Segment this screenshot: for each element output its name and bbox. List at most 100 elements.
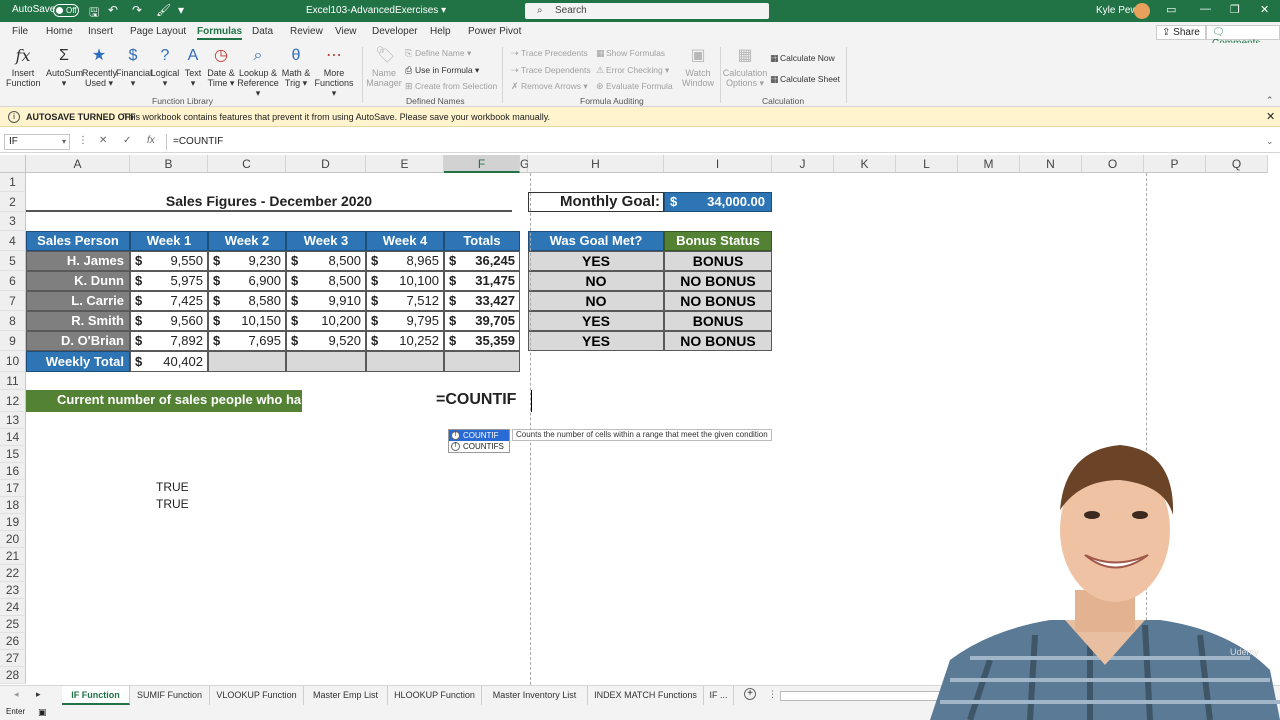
- financial-button[interactable]: $ Financial ▾: [116, 46, 152, 88]
- tab-review[interactable]: Review: [290, 26, 323, 37]
- redo-icon[interactable]: ↷: [132, 3, 142, 17]
- document-title[interactable]: Excel103-AdvancedExercises ▾: [306, 5, 446, 16]
- week-value[interactable]: $8,580: [208, 291, 286, 311]
- minimize-icon[interactable]: —: [1200, 3, 1211, 15]
- save-icon[interactable]: 🖫: [89, 3, 99, 24]
- row-header[interactable]: 2: [0, 192, 26, 212]
- row-header[interactable]: 22: [0, 565, 26, 582]
- week-value[interactable]: $8,965: [366, 251, 444, 271]
- monthly-goal-value[interactable]: $34,000.00: [664, 192, 772, 212]
- row-header[interactable]: 28: [0, 667, 26, 684]
- tab-developer[interactable]: Developer: [372, 26, 418, 37]
- calculate-now-button[interactable]: ▦Calculate Now: [770, 53, 835, 64]
- column-header[interactable]: F: [444, 155, 520, 173]
- sheet-tab[interactable]: IF Function: [62, 686, 130, 705]
- table-header[interactable]: Sales Person: [26, 231, 130, 251]
- column-header[interactable]: Q: [1206, 155, 1268, 173]
- customize-qat-icon[interactable]: ▾: [178, 3, 184, 17]
- banner-text[interactable]: Current number of sales people who ha: [26, 390, 302, 412]
- week-value[interactable]: $7,695: [208, 331, 286, 351]
- bonus-status-value[interactable]: NO BONUS: [664, 331, 772, 351]
- tab-formulas[interactable]: Formulas: [197, 26, 243, 40]
- sheet-tab[interactable]: IF ...: [704, 686, 734, 705]
- week-value[interactable]: $9,520: [286, 331, 366, 351]
- week-value[interactable]: $9,795: [366, 311, 444, 331]
- row-header[interactable]: 16: [0, 463, 26, 480]
- row-header[interactable]: 17: [0, 480, 26, 497]
- search-box[interactable]: ⌕ Search: [525, 3, 769, 19]
- lookup-reference-button[interactable]: ⌕ Lookup & Reference ▾: [236, 46, 280, 98]
- empty-total-cell[interactable]: [286, 351, 366, 372]
- column-header[interactable]: L: [896, 155, 958, 173]
- table-header[interactable]: Bonus Status: [664, 231, 772, 251]
- goal-met-value[interactable]: YES: [528, 331, 664, 351]
- week-value[interactable]: $10,100: [366, 271, 444, 291]
- row-header[interactable]: 9: [0, 331, 26, 351]
- tab-help[interactable]: Help: [430, 26, 451, 37]
- week-value[interactable]: $7,425: [130, 291, 208, 311]
- column-header[interactable]: I: [664, 155, 772, 173]
- true-value[interactable]: TRUE: [130, 480, 208, 497]
- sheet-tab[interactable]: Master Inventory List: [482, 686, 588, 705]
- total-value[interactable]: $39,705: [444, 311, 520, 331]
- monthly-goal-label[interactable]: Monthly Goal:: [528, 192, 664, 212]
- column-header[interactable]: G: [520, 155, 529, 173]
- row-header[interactable]: 15: [0, 446, 26, 463]
- table-header[interactable]: Week 3: [286, 231, 366, 251]
- insert-function-icon[interactable]: fx: [147, 135, 155, 146]
- row-header[interactable]: 10: [0, 351, 26, 372]
- row-header[interactable]: 21: [0, 548, 26, 565]
- select-all-corner[interactable]: [0, 155, 26, 173]
- row-header[interactable]: 3: [0, 212, 26, 231]
- row-header[interactable]: 12: [0, 390, 26, 412]
- bonus-status-value[interactable]: BONUS: [664, 311, 772, 331]
- goal-met-value[interactable]: YES: [528, 251, 664, 271]
- total-value[interactable]: $33,427: [444, 291, 520, 311]
- row-header[interactable]: 24: [0, 599, 26, 616]
- macro-record-icon[interactable]: ▣: [38, 707, 47, 718]
- name-box[interactable]: IF ▾: [4, 134, 70, 150]
- share-button[interactable]: ⇪ Share: [1156, 25, 1206, 40]
- week-value[interactable]: $5,975: [130, 271, 208, 291]
- evaluate-formula-button[interactable]: ⊛ Evaluate Formula: [596, 81, 673, 92]
- week-value[interactable]: $9,910: [286, 291, 366, 311]
- row-header[interactable]: 1: [0, 173, 26, 192]
- week-value[interactable]: $6,900: [208, 271, 286, 291]
- sheet-tab[interactable]: VLOOKUP Function: [210, 686, 304, 705]
- row-header[interactable]: 26: [0, 633, 26, 650]
- horizontal-scrollbar[interactable]: [780, 691, 940, 701]
- salesperson-name[interactable]: L. Carrie: [26, 291, 130, 311]
- column-header[interactable]: D: [286, 155, 366, 173]
- formula-input[interactable]: =COUNTIF: [166, 134, 1276, 150]
- comments-button[interactable]: 🗨 Comments: [1206, 25, 1280, 49]
- table-header[interactable]: Week 2: [208, 231, 286, 251]
- sheet-title[interactable]: Sales Figures - December 2020: [26, 192, 512, 212]
- tab-insert[interactable]: Insert: [88, 26, 113, 37]
- tab-view[interactable]: View: [335, 26, 357, 37]
- week-value[interactable]: $9,230: [208, 251, 286, 271]
- math-trig-button[interactable]: θ Math & Trig ▾: [280, 46, 312, 88]
- true-value[interactable]: TRUE: [130, 497, 208, 514]
- undo-icon[interactable]: ↶: [108, 3, 118, 17]
- row-header[interactable]: 4: [0, 231, 26, 251]
- week-value[interactable]: $8,500: [286, 271, 366, 291]
- user-name[interactable]: Kyle Pew: [1096, 5, 1138, 16]
- cancel-icon[interactable]: ✕: [99, 135, 107, 146]
- autosum-button[interactable]: Σ AutoSum ▾: [46, 46, 83, 88]
- create-from-selection-button[interactable]: ⊞ Create from Selection: [405, 81, 497, 92]
- tab-power-pivot[interactable]: Power Pivot: [468, 26, 521, 37]
- more-functions-button[interactable]: ⋯ More Functions ▾: [312, 46, 356, 98]
- text-button[interactable]: A Text ▾: [182, 46, 204, 88]
- table-header[interactable]: Totals: [444, 231, 520, 251]
- empty-total-cell[interactable]: [366, 351, 444, 372]
- table-header[interactable]: Was Goal Met?: [528, 231, 664, 251]
- autosave-toggle[interactable]: Off: [53, 4, 79, 17]
- chevron-down-icon[interactable]: ▾: [62, 135, 66, 149]
- total-value[interactable]: $36,245: [444, 251, 520, 271]
- name-manager-button[interactable]: 🏷 Name Manager: [366, 46, 402, 88]
- row-header[interactable]: 11: [0, 372, 26, 390]
- row-header[interactable]: 23: [0, 582, 26, 599]
- logical-button[interactable]: ? Logical ▾: [150, 46, 180, 88]
- table-header[interactable]: Week 4: [366, 231, 444, 251]
- tab-home[interactable]: Home: [46, 26, 73, 37]
